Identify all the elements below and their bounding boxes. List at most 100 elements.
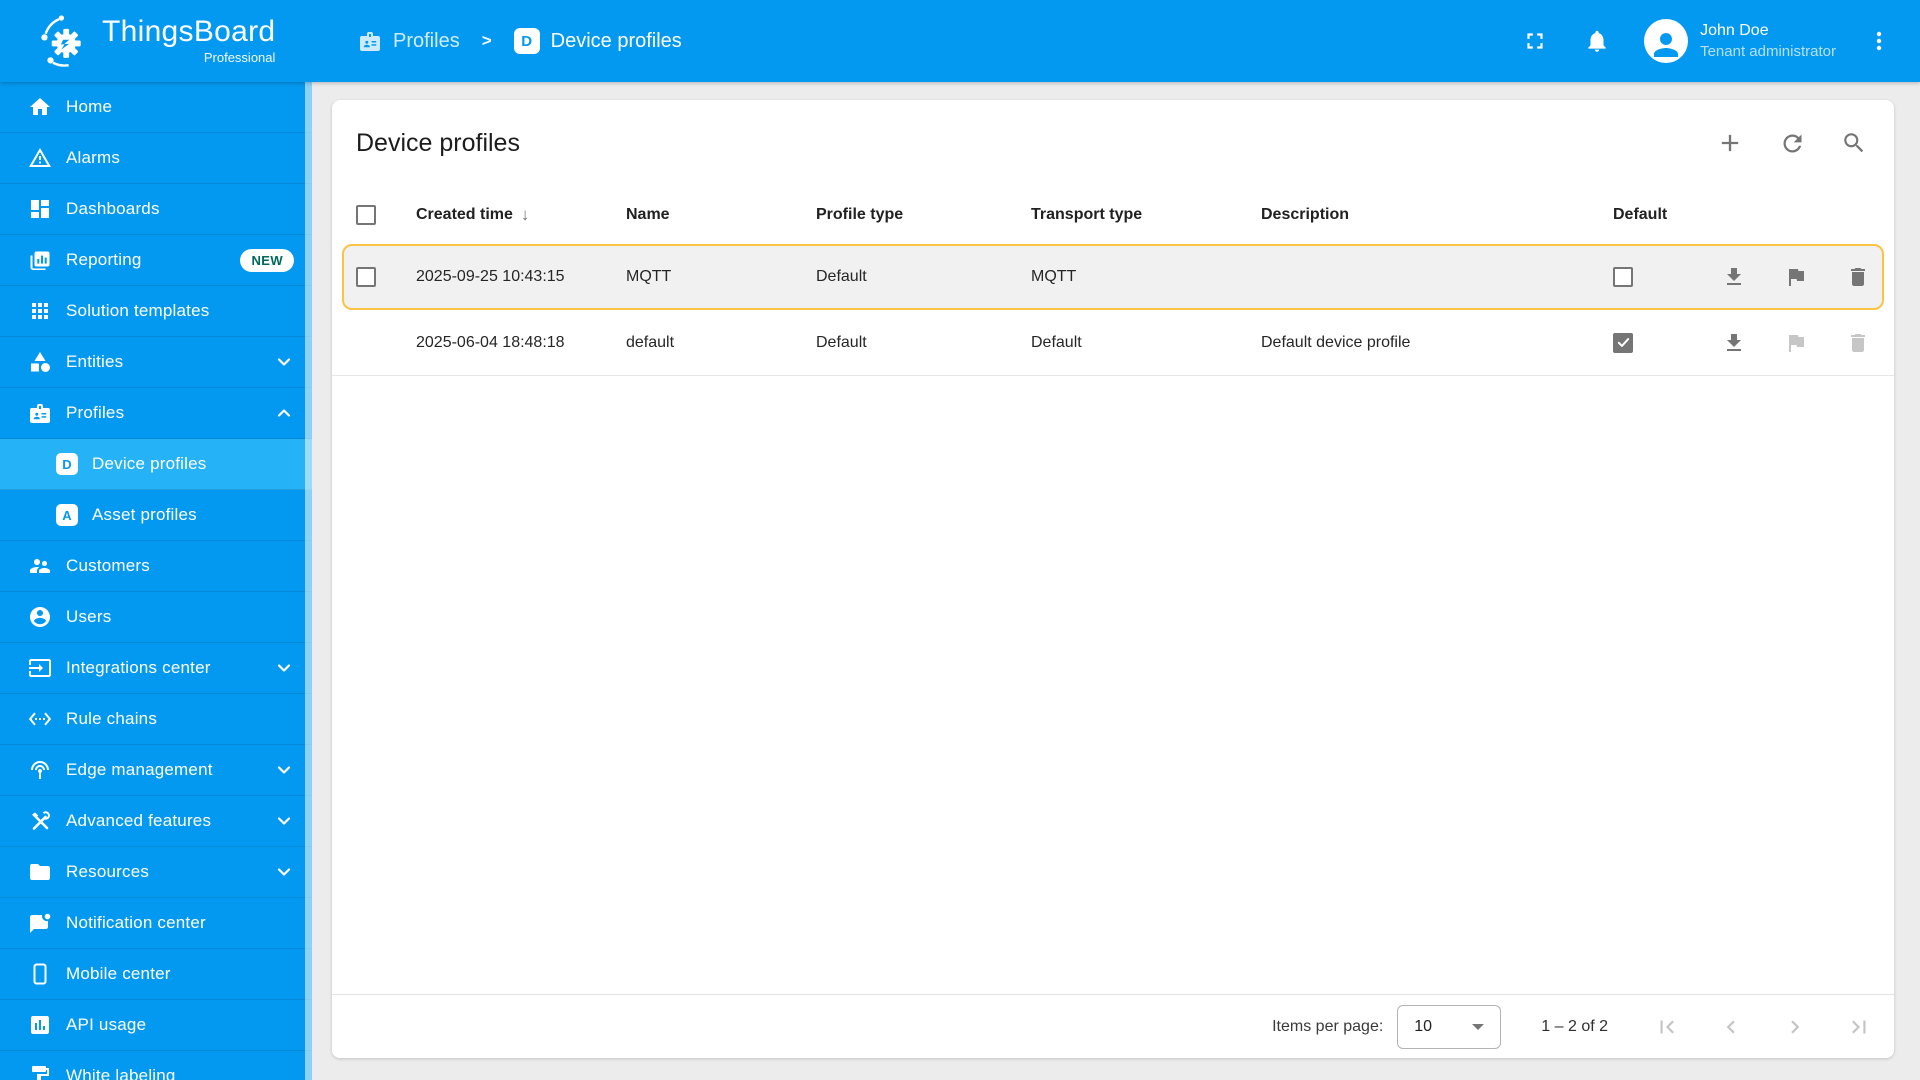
sidebar-item-customers[interactable]: Customers — [0, 541, 312, 592]
items-per-page-select[interactable]: 10 — [1397, 1004, 1502, 1049]
sidebar-item-integrations-center[interactable]: Integrations center — [0, 643, 312, 694]
sidebar-item-users[interactable]: Users — [0, 592, 312, 643]
table-header-row: Created time ↓ Name Profile type Transpo… — [332, 186, 1894, 244]
sidebar-item-alarms[interactable]: Alarms — [0, 133, 312, 184]
category-icon — [31, 352, 50, 372]
format-paint-icon — [32, 1066, 49, 1080]
folder-icon — [30, 864, 50, 880]
search-button[interactable] — [1840, 129, 1868, 157]
more-vert-icon — [1876, 31, 1882, 51]
column-transport-type[interactable]: Transport type — [1031, 206, 1261, 224]
main-content: Device profiles Created time ↓ Name Prof… — [312, 82, 1920, 1080]
fullscreen-button[interactable] — [1518, 24, 1552, 58]
download-icon — [1727, 268, 1741, 285]
breadcrumb-profiles[interactable]: Profiles — [358, 29, 460, 53]
trash-icon — [1851, 268, 1865, 286]
flag-icon — [1789, 269, 1804, 286]
column-profile-type[interactable]: Profile type — [816, 206, 1031, 224]
badge-icon — [360, 32, 380, 51]
device-profiles-card: Device profiles Created time ↓ Name Prof… — [332, 100, 1894, 1058]
chevron-down-icon — [277, 664, 291, 672]
sidebar-item-reporting[interactable]: Reporting NEW — [0, 235, 312, 286]
bell-icon — [1588, 30, 1606, 52]
refresh-button[interactable] — [1778, 129, 1806, 157]
column-default[interactable]: Default — [1601, 206, 1721, 224]
cell-transport-type: MQTT — [1031, 268, 1077, 285]
sidebar-item-solution-templates[interactable]: Solution templates — [0, 286, 312, 337]
avatar — [1644, 19, 1689, 63]
sidebar-item-asset-profiles[interactable]: A Asset profiles — [0, 490, 312, 541]
new-badge: NEW — [240, 248, 294, 272]
last-page-button[interactable] — [1846, 1014, 1872, 1040]
column-description[interactable]: Description — [1261, 206, 1601, 224]
sidebar-item-home[interactable]: Home — [0, 82, 312, 133]
default-checkbox[interactable] — [1613, 267, 1633, 287]
dashboard-icon — [31, 200, 49, 218]
person-icon — [1654, 33, 1679, 57]
cell-created-time: 2025-09-25 10:43:15 — [416, 268, 565, 285]
app-edition: Professional — [203, 50, 276, 65]
delete-profile-button[interactable] — [1846, 265, 1870, 289]
row-checkbox[interactable] — [356, 267, 376, 287]
first-page-button[interactable] — [1654, 1014, 1680, 1040]
sidebar-item-rule-chains[interactable]: Rule chains — [0, 694, 312, 745]
badge-icon — [30, 404, 50, 423]
sidebar-item-api-usage[interactable]: API usage — [0, 1000, 312, 1051]
input-icon — [29, 659, 51, 677]
add-device-profile-button[interactable] — [1716, 129, 1744, 157]
table-row[interactable]: 2025-09-25 10:43:15 MQTT Default MQTT — [342, 244, 1884, 310]
user-menu[interactable]: John Doe Tenant administrator — [1644, 19, 1836, 63]
sidebar-item-entities[interactable]: Entities — [0, 337, 312, 388]
cell-created-time: 2025-06-04 18:48:18 — [416, 333, 565, 351]
search-icon — [1844, 133, 1864, 153]
sidebar-item-profiles[interactable]: Profiles — [0, 388, 312, 439]
sidebar-item-white-labeling[interactable]: White labeling — [0, 1051, 312, 1080]
chevron-down-icon — [277, 358, 291, 366]
user-role: Tenant administrator — [1700, 42, 1836, 60]
sidebar-item-device-profiles[interactable]: D Device profiles — [0, 439, 312, 490]
sidebar-item-notification-center[interactable]: Notification center — [0, 898, 312, 949]
breadcrumb: Profiles > D Device profiles — [358, 28, 682, 54]
cell-profile-type: Default — [816, 333, 867, 351]
chevron-down-icon — [277, 766, 291, 774]
fullscreen-icon — [1527, 33, 1543, 49]
previous-page-button[interactable] — [1718, 1014, 1744, 1040]
column-name[interactable]: Name — [626, 206, 816, 224]
apps-grid-icon — [32, 303, 48, 319]
column-created-time[interactable]: Created time ↓ — [416, 205, 626, 225]
page-range-label: 1 – 2 of 2 — [1541, 1017, 1608, 1035]
cell-name: MQTT — [626, 268, 672, 285]
sidebar-item-advanced-features[interactable]: Advanced features — [0, 796, 312, 847]
app-name: ThingsBoard — [102, 15, 276, 48]
sidebar-scrollbar[interactable] — [305, 82, 312, 1080]
export-profile-button[interactable] — [1722, 265, 1746, 289]
more-menu-button[interactable] — [1862, 24, 1896, 58]
sidebar-item-resources[interactable]: Resources — [0, 847, 312, 898]
items-per-page-label: Items per page: — [1272, 1017, 1384, 1035]
sort-desc-arrow-icon: ↓ — [520, 205, 530, 224]
next-page-button[interactable] — [1782, 1014, 1808, 1040]
notifications-button[interactable] — [1580, 24, 1614, 58]
cell-profile-type: Default — [816, 268, 867, 285]
export-profile-button[interactable] — [1722, 331, 1746, 355]
app-logo[interactable]: ThingsBoard Professional — [0, 12, 312, 70]
select-all-checkbox[interactable] — [356, 205, 376, 225]
sidebar-item-edge-management[interactable]: Edge management — [0, 745, 312, 796]
asset-profile-chip-icon: A — [56, 504, 78, 526]
table-row[interactable]: 2025-06-04 18:48:18 default Default Defa… — [332, 310, 1894, 376]
set-default-profile-button — [1784, 331, 1808, 355]
account-circle-icon — [30, 607, 50, 627]
cell-description: Default device profile — [1261, 333, 1411, 351]
chevron-down-icon — [277, 817, 291, 825]
default-checkbox[interactable] — [1613, 332, 1633, 353]
cell-transport-type: Default — [1031, 333, 1082, 351]
report-chart-icon — [30, 251, 50, 270]
chevron-up-icon — [277, 409, 291, 417]
chevron-down-icon — [277, 868, 291, 876]
breadcrumb-device-profiles[interactable]: D Device profiles — [513, 28, 682, 54]
delete-profile-button — [1846, 331, 1870, 355]
sidebar-item-mobile-center[interactable]: Mobile center — [0, 949, 312, 1000]
home-icon — [30, 98, 50, 115]
sidebar-item-dashboards[interactable]: Dashboards — [0, 184, 312, 235]
set-default-profile-button[interactable] — [1784, 265, 1808, 289]
